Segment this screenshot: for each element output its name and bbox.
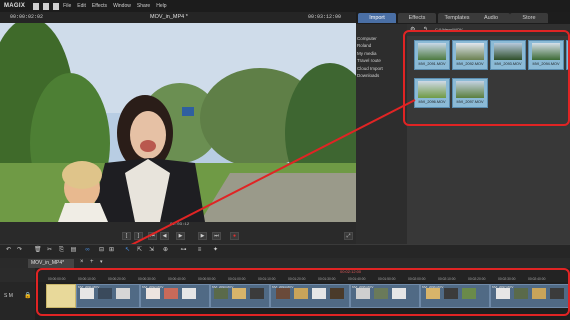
redo-icon[interactable]: ↷ — [16, 247, 23, 254]
range-tool-icon[interactable]: ⇱ — [136, 247, 143, 254]
paste-icon[interactable]: ▤ — [70, 247, 77, 254]
copy-icon[interactable]: ⎘ — [58, 247, 65, 254]
cut-icon[interactable]: ✂ — [46, 247, 53, 254]
timeline-tab[interactable]: MOV_in_MP4* — [28, 259, 74, 268]
marker-icon[interactable]: ⊞ — [108, 247, 115, 254]
pointer-tool-icon[interactable]: ↖ — [124, 247, 131, 254]
delete-icon[interactable]: 🗑 — [34, 247, 42, 254]
split-icon[interactable]: ⊟ — [98, 247, 105, 254]
snap-icon[interactable]: ⊶ — [180, 247, 187, 254]
fx-icon[interactable]: ✦ — [212, 247, 219, 254]
mixer-icon[interactable]: ≡ — [196, 247, 203, 254]
trim-tool-icon[interactable]: ⇲ — [148, 247, 155, 254]
timeline-tabs — [0, 258, 570, 268]
lock-icon[interactable]: 🔒 — [24, 292, 31, 299]
add-tab-icon[interactable]: + — [90, 259, 94, 265]
undo-icon[interactable]: ↶ — [5, 247, 12, 254]
close-tab-icon[interactable]: × — [80, 259, 84, 265]
zoom-tool-icon[interactable]: ⊕ — [162, 247, 169, 254]
track-solo-mute[interactable]: S M — [4, 293, 13, 299]
link-icon[interactable]: ∞ — [84, 247, 91, 254]
track-header — [0, 282, 35, 320]
annotation-box-timeline — [36, 268, 570, 316]
chevron-down-icon[interactable]: ▾ — [100, 259, 103, 265]
